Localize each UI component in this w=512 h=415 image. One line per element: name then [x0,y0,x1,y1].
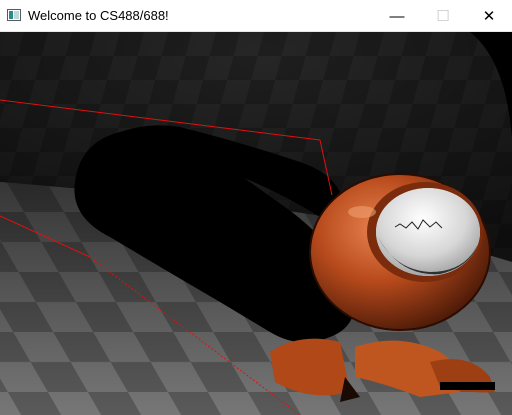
window-title: Welcome to CS488/688! [28,8,169,23]
maximize-button[interactable]: ☐ [420,0,466,32]
app-window-icon [7,9,21,21]
minimize-button[interactable]: — [374,0,420,32]
maximize-icon: ☐ [436,7,450,25]
title-bar[interactable]: Welcome to CS488/688! — ☐ ✕ [0,0,512,32]
close-icon: ✕ [482,7,496,25]
close-button[interactable]: ✕ [466,0,512,32]
render-viewport[interactable] [0,32,512,415]
rendered-scene [0,32,512,415]
metal-sphere [309,173,491,331]
minimize-icon: — [389,7,405,25]
app-window: Welcome to CS488/688! — ☐ ✕ [0,0,512,415]
